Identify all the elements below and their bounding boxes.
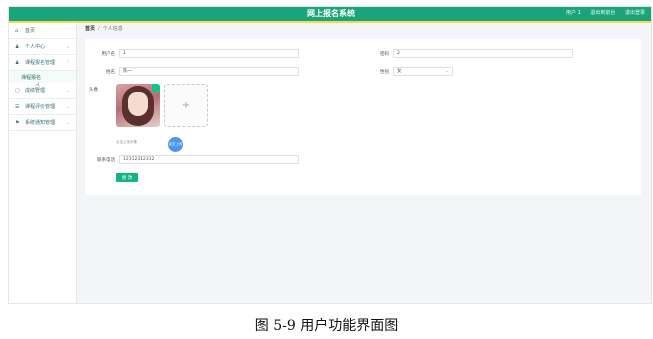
chevron-up-icon: ⌃ [65, 59, 70, 66]
grid-icon: ▢ [15, 87, 20, 94]
chevron-down-icon: ⌄ [65, 87, 70, 94]
phone-label: 联系电话 [97, 157, 115, 163]
user-label: 用户 1 [566, 10, 581, 16]
breadcrumb: 首页 / 个人信息 [85, 25, 123, 32]
flag-icon: ⚑ [15, 119, 20, 126]
sidebar-item-grades[interactable]: ▢ 成绩管理 ⌄ [9, 83, 76, 99]
sidebar-item-profile[interactable]: ♟ 个人中心 ⌄ [9, 39, 76, 55]
chevron-down-icon: ⌄ [65, 103, 70, 110]
sidebar-subitem-label: 课程报名 [21, 74, 42, 81]
user-icon: ♟ [15, 43, 20, 50]
gender-field: 性别 女 ⌄ [363, 67, 453, 76]
sidebar-item-reviews[interactable]: ☰ 课程评价管理 ⌄ [9, 99, 76, 115]
app-title: 网上报名系统 [307, 9, 355, 18]
password-field: 密码 2 [363, 49, 573, 58]
sidebar-item-label: 课程报名管理 [25, 60, 56, 66]
app-window: 网上报名系统 用户 1 退出到前台 退出登录 ⌂ 首页 ♟ 个人中心 ⌄ ♟ 课… [8, 6, 652, 304]
hand-cursor-icon: ☝ [35, 81, 40, 90]
breadcrumb-current: 个人信息 [102, 26, 123, 32]
gender-label: 性别 [380, 69, 389, 75]
password-label: 密码 [380, 51, 389, 57]
breadcrumb-separator: / [98, 26, 100, 32]
list-icon: ☰ [15, 103, 20, 110]
sidebar-item-label: 个人中心 [25, 44, 46, 50]
user-icon: ♟ [15, 59, 20, 66]
header-accent-line [9, 21, 651, 23]
sidebar-item-home[interactable]: ⌂ 首页 [9, 23, 76, 39]
account-label: 用户名 [101, 51, 116, 57]
password-input[interactable]: 2 [393, 49, 573, 58]
logout-link[interactable]: 退出登录 [625, 10, 645, 16]
avatar-upload-box[interactable]: + [164, 84, 208, 127]
name-label: 姓名 [106, 69, 115, 75]
sidebar-item-notices[interactable]: ⚑ 系统通知管理 ⌄ [9, 115, 76, 131]
phone-field: 联系电话 12312312312 [89, 155, 299, 164]
account-input[interactable]: 1 [119, 49, 299, 58]
breadcrumb-home[interactable]: 首页 [85, 26, 95, 32]
sidebar-item-label: 首页 [25, 28, 36, 34]
chevron-down-icon: ⌄ [65, 43, 70, 50]
upload-tooltip: 点击上传 [168, 137, 183, 152]
name-input[interactable]: 陈一 [119, 67, 299, 76]
account-field: 用户名 1 [89, 49, 299, 58]
gender-select[interactable]: 女 ⌄ [393, 67, 453, 76]
upload-hint: 点击上传头像 [116, 140, 137, 144]
avatar-image[interactable] [116, 84, 160, 127]
chevron-down-icon: ⌄ [445, 69, 449, 74]
header-links: 用户 1 退出到前台 退出登录 [558, 7, 645, 20]
sidebar: ⌂ 首页 ♟ 个人中心 ⌄ ♟ 课程报名管理 ⌃ 课程报名 ▢ 成绩管理 ⌄ ☰… [9, 23, 77, 303]
sidebar-item-enrollment[interactable]: ♟ 课程报名管理 ⌃ [9, 55, 76, 71]
gender-value: 女 [397, 69, 402, 74]
update-button[interactable]: 修 改 [116, 173, 138, 182]
sidebar-item-label: 课程评价管理 [25, 104, 56, 110]
sidebar-item-label: 系统通知管理 [25, 120, 56, 126]
phone-input[interactable]: 12312312312 [119, 155, 299, 164]
figure-caption: 图 5-9 用户功能界面图 [254, 318, 399, 334]
back-to-frontend-link[interactable]: 退出到前台 [590, 10, 615, 16]
home-icon: ⌂ [15, 27, 19, 34]
plus-icon: + [181, 100, 191, 111]
check-badge-icon [152, 84, 160, 92]
avatar-label: 头像 [89, 88, 98, 93]
chevron-down-icon: ⌄ [65, 119, 70, 126]
sidebar-subitem-enroll[interactable]: 课程报名 [9, 71, 76, 83]
name-field: 姓名 陈一 [89, 67, 299, 76]
header-bar: 网上报名系统 用户 1 退出到前台 退出登录 [9, 7, 651, 21]
